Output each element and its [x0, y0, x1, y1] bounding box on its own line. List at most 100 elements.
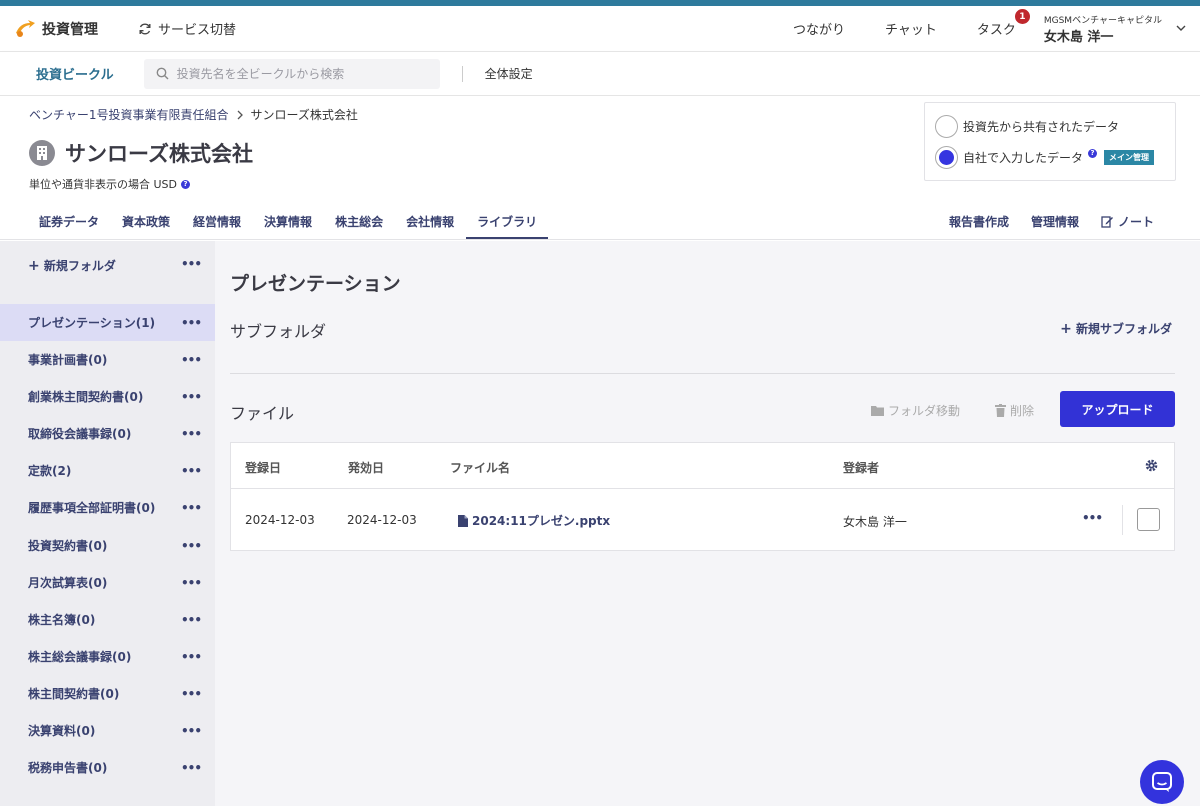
folder-label: 定款(2)	[28, 464, 72, 478]
tab-management-info[interactable]: 経営情報	[182, 213, 252, 239]
folder-item[interactable]: 定款(2) •••	[0, 452, 215, 489]
data-source-own-label: 自社で入力したデータ	[963, 150, 1084, 165]
nav-tasks-label: タスク	[976, 23, 1016, 38]
delete-button[interactable]: 削除	[994, 402, 1034, 419]
more-options-icon[interactable]: •••	[1082, 511, 1103, 525]
tab-report[interactable]: 報告書作成	[949, 213, 1009, 230]
service-switch-label: サービス切替	[158, 23, 237, 38]
user-menu[interactable]: MGSMベンチャーキャピタル 女木島 洋一	[1044, 13, 1186, 45]
nav-tasks[interactable]: タスク 1	[976, 9, 1030, 38]
tab-financials[interactable]: 決算情報	[253, 213, 323, 239]
folder-item[interactable]: プレゼンテーション(1) •••	[0, 304, 215, 341]
tab-notes-label: ノート	[1117, 215, 1154, 229]
trash-icon	[994, 404, 1006, 417]
data-source-own-option[interactable]: 自社で入力したデータ ? メイン管理	[935, 144, 1165, 170]
service-switch-button[interactable]: サービス切替	[138, 19, 236, 38]
folder-label: 創業株主間契約書(0)	[28, 390, 144, 404]
more-options-icon[interactable]: •••	[181, 650, 202, 664]
plus-icon: +	[28, 258, 40, 274]
tab-securities[interactable]: 証券データ	[28, 213, 110, 239]
folder-item[interactable]: 株主間契約書(0) •••	[0, 675, 215, 712]
help-icon[interactable]: ?	[1088, 148, 1098, 158]
tab-company-info[interactable]: 会社情報	[395, 213, 465, 239]
gear-icon[interactable]	[1145, 459, 1158, 472]
more-options-icon[interactable]: •••	[181, 761, 202, 775]
folder-item[interactable]: 投資契約書(0) •••	[0, 527, 215, 564]
breadcrumb-parent[interactable]: ベンチャー1号投資事業有限責任組合	[29, 106, 229, 123]
more-options-icon[interactable]: •••	[181, 539, 202, 553]
folder-label: 履歴事項全部証明書(0)	[28, 501, 156, 515]
radio-shared[interactable]	[935, 114, 958, 138]
library-body: + 新規フォルダ ••• プレゼンテーション(1) ••• 事業計画書(0) •••…	[0, 241, 1200, 806]
nav-chat[interactable]: チャット	[885, 19, 937, 38]
nav-connections[interactable]: つながり	[793, 19, 845, 38]
row-checkbox[interactable]	[1137, 508, 1160, 531]
user-org: MGSMベンチャーキャピタル	[1043, 15, 1162, 26]
move-folder-button[interactable]: フォルダ移動	[870, 402, 960, 419]
search-input[interactable]	[176, 66, 417, 81]
folder-label: 株主名簿(0)	[28, 613, 96, 627]
table-header: 登録日 発効日 ファイル名 登録者	[231, 443, 1174, 489]
tab-shareholders-meeting[interactable]: 株主総会	[324, 213, 394, 239]
company-name: サンローズ株式会社	[65, 142, 253, 166]
more-options-icon[interactable]: •••	[181, 316, 202, 330]
file-link[interactable]: 2024:11プレゼン.pptx	[458, 512, 610, 529]
more-options-icon[interactable]: •••	[181, 390, 202, 404]
tab-notes[interactable]: ノート	[1101, 213, 1154, 230]
radio-own[interactable]	[935, 145, 958, 169]
folder-item[interactable]: 取締役会議事録(0) •••	[0, 415, 215, 452]
chevron-down-icon	[1176, 25, 1186, 31]
more-options-icon[interactable]: •••	[181, 576, 202, 590]
more-options-icon[interactable]: •••	[181, 427, 202, 441]
column-registered-date[interactable]: 登録日	[245, 459, 281, 476]
registrant: 女木島 洋一	[843, 515, 907, 529]
app-logo[interactable]: 投資管理	[14, 19, 98, 39]
new-folder-button[interactable]: + 新規フォルダ	[28, 257, 116, 274]
more-options-icon[interactable]: •••	[181, 613, 202, 627]
subfolder-heading: サブフォルダ	[230, 322, 327, 341]
folder-item[interactable]: 税務申告書(0) •••	[0, 749, 215, 786]
search-icon	[156, 67, 169, 80]
chat-icon	[1152, 772, 1172, 792]
folder-label: 投資契約書(0)	[28, 539, 108, 553]
help-icon[interactable]: ?	[181, 179, 190, 189]
tab-library[interactable]: ライブラリ	[466, 213, 549, 239]
column-file-name[interactable]: ファイル名	[450, 459, 510, 476]
new-subfolder-button[interactable]: + 新規サブフォルダ	[1060, 320, 1172, 337]
upload-button[interactable]: アップロード	[1060, 391, 1175, 427]
data-source-shared-option[interactable]: 投資先から共有されたデータ	[935, 113, 1165, 139]
file-icon	[458, 514, 468, 527]
folder-label: 月次試算表(0)	[28, 576, 108, 590]
more-options-icon[interactable]: •••	[181, 501, 202, 515]
folder-content: プレゼンテーション サブフォルダ + 新規サブフォルダ ファイル フォルダ移動 …	[230, 241, 1175, 806]
building-icon	[29, 140, 55, 166]
folder-label: 決算資料(0)	[28, 724, 96, 738]
folder-item[interactable]: 事業計画書(0) •••	[0, 341, 215, 378]
task-count-badge: 1	[1014, 9, 1030, 24]
data-source-selector: 投資先から共有されたデータ 自社で入力したデータ ? メイン管理	[924, 102, 1176, 181]
tab-admin-info[interactable]: 管理情報	[1031, 213, 1079, 230]
chat-support-button[interactable]	[1140, 760, 1184, 804]
folder-item[interactable]: 創業株主間契約書(0) •••	[0, 378, 215, 415]
user-name: 女木島 洋一	[1043, 29, 1114, 45]
tab-capital-policy[interactable]: 資本政策	[111, 213, 181, 239]
more-options-icon[interactable]: •••	[181, 353, 202, 367]
file-heading: ファイル	[230, 404, 295, 423]
more-options-icon[interactable]: •••	[181, 464, 202, 478]
table-row[interactable]: 2024-12-03 2024-12-03 2024:11プレゼン.pptx 女…	[231, 489, 1174, 551]
folder-item[interactable]: 月次試算表(0) •••	[0, 564, 215, 601]
folder-label: 取締役会議事録(0)	[28, 427, 132, 441]
folder-item[interactable]: 決算資料(0) •••	[0, 712, 215, 749]
more-options-icon[interactable]: •••	[181, 724, 202, 738]
column-effective-date[interactable]: 発効日	[348, 459, 384, 476]
more-options-icon[interactable]: •••	[181, 257, 202, 271]
folder-item[interactable]: 株主名簿(0) •••	[0, 601, 215, 638]
section-divider	[230, 373, 1175, 374]
folder-item[interactable]: 株主総会議事録(0) •••	[0, 638, 215, 675]
column-registrant[interactable]: 登録者	[843, 459, 879, 476]
more-options-icon[interactable]: •••	[181, 687, 202, 701]
vehicle-nav-link[interactable]: 投資ビークル	[36, 64, 114, 83]
move-folder-label: フォルダ移動	[887, 404, 960, 418]
global-settings-link[interactable]: 全体設定	[485, 65, 533, 82]
folder-item[interactable]: 履歴事項全部証明書(0) •••	[0, 489, 215, 526]
